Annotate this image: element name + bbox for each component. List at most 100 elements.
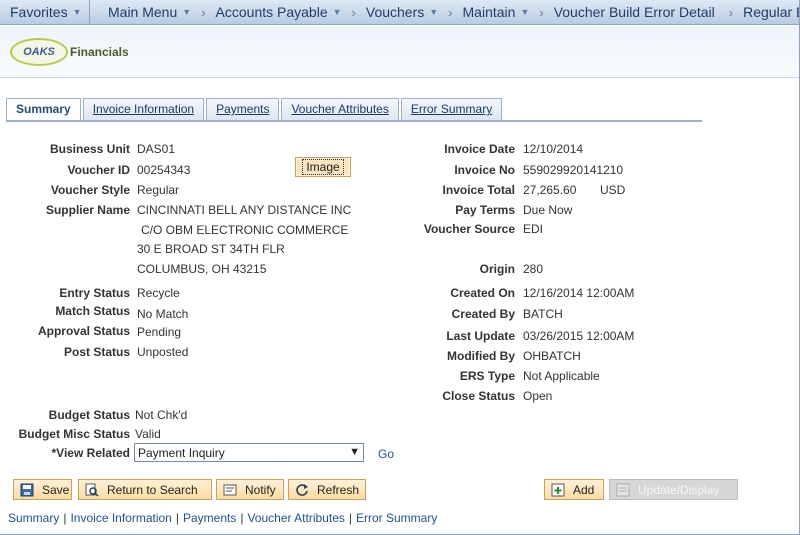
- breadcrumb-vouchers[interactable]: Vouchers ▼ ›: [366, 0, 463, 24]
- add-icon: [551, 483, 565, 497]
- link-separator: |: [175, 511, 179, 525]
- save-label: Save: [42, 482, 70, 497]
- voucher-source-label: Voucher Source: [423, 222, 515, 236]
- created-on-value: 12/16/2014 12:00AM: [523, 286, 635, 300]
- business-unit-value: DAS01: [137, 142, 176, 156]
- breadcrumb-maintain[interactable]: Maintain ▼ ›: [462, 0, 554, 24]
- breadcrumb-separator-icon: ›: [448, 4, 453, 20]
- save-button[interactable]: Save: [13, 479, 72, 500]
- chevron-down-icon: ▼: [520, 7, 530, 17]
- modified-by-label: Modified By: [447, 349, 515, 363]
- tab-invoice-information[interactable]: Invoice Information: [82, 98, 205, 120]
- view-related-selected: Payment Inquiry: [138, 445, 225, 460]
- notify-icon: [223, 483, 237, 497]
- view-related-select[interactable]: Payment Inquiry ▼: [134, 443, 364, 462]
- budget-status-value: Not Chk'd: [135, 408, 188, 422]
- invoice-no-value: 559029920141210: [523, 163, 624, 177]
- chevron-down-icon: ▼: [349, 446, 360, 458]
- match-status-label: Match Status: [55, 304, 130, 318]
- header-banner: OAKS Financials: [0, 26, 800, 78]
- modified-by-value: OHBATCH: [523, 349, 581, 363]
- oaks-logo: OAKS: [10, 38, 68, 66]
- pay-terms-value: Due Now: [523, 203, 573, 217]
- created-on-label: Created On: [450, 286, 515, 300]
- refresh-icon: [295, 483, 309, 497]
- invoice-total-label: Invoice Total: [442, 183, 515, 197]
- breadcrumb-label: Maintain: [462, 4, 516, 20]
- logo-text: Financials: [70, 45, 129, 59]
- voucher-style-label: Voucher Style: [50, 183, 130, 197]
- page-tabs: Summary Invoice Information Payments Vou…: [6, 98, 504, 121]
- invoice-date-value: 12/10/2014: [523, 142, 584, 156]
- budget-misc-status-value: Valid: [135, 427, 161, 441]
- save-icon: [20, 483, 34, 497]
- bottom-page-links: Summary | Invoice Information | Payments | Vou…: [8, 511, 437, 525]
- link-separator: |: [240, 511, 244, 525]
- pay-terms-label: Pay Terms: [455, 203, 515, 217]
- breadcrumb-separator-icon: ›: [351, 4, 356, 20]
- breadcrumb-separator-icon: ›: [201, 4, 206, 20]
- link-payments[interactable]: Payments: [183, 511, 236, 525]
- link-invoice-information[interactable]: Invoice Information: [70, 511, 171, 525]
- link-separator: |: [348, 511, 352, 525]
- add-button[interactable]: Add: [544, 479, 604, 500]
- update-display-icon: [616, 483, 630, 497]
- notify-button[interactable]: Notify: [216, 479, 284, 500]
- close-status-label: Close Status: [442, 389, 515, 403]
- breadcrumb-voucher-build-error-detail[interactable]: Voucher Build Error Detail ›: [553, 0, 743, 24]
- origin-label: Origin: [479, 262, 515, 276]
- add-label: Add: [573, 482, 595, 497]
- supplier-address-line: C/O OBM ELECTRONIC COMMERCE: [141, 223, 349, 237]
- breadcrumb-label: Regular Entry: [743, 4, 800, 20]
- tab-divider: [6, 120, 702, 122]
- return-to-search-button[interactable]: Return to Search: [78, 479, 212, 500]
- breadcrumb-regular-entry[interactable]: Regular Entry: [743, 0, 800, 24]
- last-update-label: Last Update: [446, 329, 515, 343]
- origin-value: 280: [523, 262, 544, 276]
- voucher-id-label: Voucher ID: [67, 163, 130, 177]
- link-voucher-attributes[interactable]: Voucher Attributes: [247, 511, 344, 525]
- currency-value: USD: [600, 183, 626, 197]
- go-link[interactable]: Go: [378, 447, 394, 461]
- image-button[interactable]: Image: [295, 157, 351, 177]
- chevron-down-icon: ▼: [429, 7, 439, 17]
- post-status-value: Unposted: [137, 345, 189, 359]
- link-error-summary[interactable]: Error Summary: [356, 511, 437, 525]
- invoice-no-label: Invoice No: [454, 163, 515, 177]
- breadcrumb-label: Voucher Build Error Detail: [553, 4, 715, 20]
- update-display-button[interactable]: Update/Display: [609, 479, 738, 500]
- top-nav-bar: Favorites ▼ Main Menu ▼ › Accounts Payab…: [0, 0, 800, 25]
- view-related-label: *View Related: [51, 446, 130, 460]
- breadcrumb-separator-icon: ›: [539, 4, 544, 20]
- link-summary[interactable]: Summary: [8, 511, 59, 525]
- voucher-source-value: EDI: [523, 222, 544, 236]
- entry-status-value: Recycle: [137, 286, 180, 300]
- voucher-style-value: Regular: [137, 183, 180, 197]
- image-button-label: Image: [302, 159, 344, 175]
- created-by-label: Created By: [451, 307, 515, 321]
- chevron-down-icon: ▼: [72, 7, 82, 17]
- match-status-value: No Match: [137, 307, 189, 321]
- favorites-menu[interactable]: Favorites ▼: [0, 0, 90, 24]
- main-menu[interactable]: Main Menu ▼ ›: [90, 0, 216, 24]
- tab-error-summary[interactable]: Error Summary: [400, 98, 503, 120]
- refresh-label: Refresh: [317, 482, 360, 497]
- notify-label: Notify: [245, 482, 276, 497]
- tab-payments[interactable]: Payments: [206, 98, 280, 120]
- ers-type-label: ERS Type: [459, 369, 515, 383]
- refresh-button[interactable]: Refresh: [288, 479, 366, 500]
- entry-status-label: Entry Status: [59, 286, 130, 300]
- tab-summary[interactable]: Summary: [6, 98, 81, 121]
- chevron-down-icon: ▼: [182, 7, 192, 17]
- chevron-down-icon: ▼: [332, 7, 342, 17]
- tab-voucher-attributes[interactable]: Voucher Attributes: [281, 98, 399, 120]
- return-to-search-label: Return to Search: [107, 482, 198, 497]
- budget-misc-status-label: Budget Misc Status: [18, 427, 130, 441]
- favorites-label: Favorites: [10, 4, 68, 20]
- breadcrumb-separator-icon: ›: [728, 4, 734, 20]
- main-menu-label: Main Menu: [108, 4, 178, 20]
- logo-oval-text: OAKS: [23, 46, 55, 58]
- breadcrumb-accounts-payable[interactable]: Accounts Payable ▼ ›: [215, 0, 366, 24]
- update-display-label: Update/Display: [638, 482, 720, 497]
- breadcrumb-label: Accounts Payable: [215, 4, 328, 20]
